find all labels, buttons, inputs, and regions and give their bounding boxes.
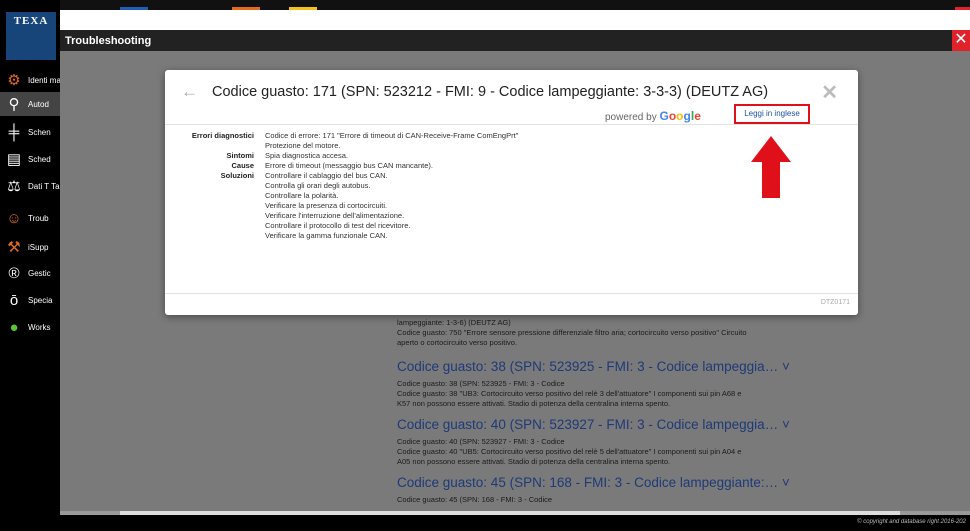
sidebar-item-8[interactable]: ® Gestic [0, 261, 60, 285]
detail-row: Cause Errore di timeout (messaggio bus CA… [165, 161, 858, 171]
identification-icon: ⚙ [7, 72, 21, 89]
sidebar-item-label: Gestic [28, 268, 51, 278]
detail-row: Soluzioni Controllare il cablaggio del bu… [165, 171, 858, 181]
data-icon: ⚖ [7, 178, 21, 195]
detail-row: Errori diagnostici Codice di errore: 171 … [165, 131, 858, 141]
detail-key [165, 141, 265, 151]
sidebar-item-label: iSupp [28, 242, 49, 252]
workshop-icon: ● [9, 318, 19, 336]
detail-row: Sintomi Spia diagnostica accesa. [165, 151, 858, 161]
detail-row: Controllare la polarità. [165, 191, 858, 201]
fault-text-38: Codice guasto: 38 (SPN: 523925 - FMI: 3 … [397, 379, 742, 408]
dialog-footer-divider [165, 293, 858, 294]
sidebar-item-1[interactable]: ⚙ Identi manu [0, 68, 60, 92]
sidebar: TEXA ⚙ Identi manu ⚲ Autod ╪ Schen ▤ Sched ⚖ Dati… [0, 0, 60, 531]
fault-detail-dialog: ← Codice guasto: 171 (SPN: 523212 - FMI:… [165, 70, 858, 315]
sidebar-item-label: Schen [28, 127, 51, 137]
fault-title-45[interactable]: Codice guasto: 45 (SPN: 168 - FMI: 3 - C… [397, 475, 790, 490]
detail-key [165, 211, 265, 221]
special-icon: ō [9, 291, 19, 309]
google-logo: Google [659, 109, 701, 123]
detail-key: Cause [231, 161, 254, 170]
sidebar-item-label: Dati T Taglia [28, 181, 60, 191]
support-icon: ⚒ [7, 239, 21, 256]
copyright-text: © copyright and database right 2016-202 [857, 519, 966, 525]
detail-value: Verificare la gamma funzionale CAN. [265, 231, 388, 240]
detail-row: Protezione del motore. [165, 141, 858, 151]
detail-value: Verificare l'interruzione dell'alimentaz… [265, 211, 405, 220]
dialog-divider [165, 124, 858, 125]
schematics-icon: ╪ [8, 123, 20, 141]
detail-value: Controllare la polarità. [265, 191, 339, 200]
sidebar-item-5[interactable]: ⚖ Dati T Taglia [0, 174, 60, 198]
detail-key [165, 231, 265, 241]
fault-code-id: DTZ0171 [820, 299, 850, 306]
dialog-close-icon[interactable]: ✕ [821, 80, 838, 105]
fault-text-45: Codice guasto: 45 (SPN: 168 - FMI: 3 - C… [397, 495, 553, 504]
sidebar-item-10[interactable]: ● Works [0, 315, 60, 339]
sidebar-item-6[interactable]: ☺ Troub [0, 206, 60, 230]
app-window: TEXA ⚙ Identi manu ⚲ Autod ╪ Schen ▤ Sched ⚖ Dati… [0, 0, 970, 531]
detail-row: Verificare l'interruzione dell'alimentaz… [165, 211, 858, 221]
sidebar-item-3[interactable]: ╪ Schen [0, 120, 60, 144]
detail-value: Protezione del motore. [265, 141, 341, 150]
detail-value: Errore di timeout (messaggio bus CAN man… [265, 161, 433, 170]
management-icon: ® [8, 264, 20, 282]
detail-value: Verificare la presenza di cortocircuiti. [265, 201, 388, 210]
fault-text-block: lampeggiante: 1-3-6) (DEUTZ AG) Codice g… [397, 318, 747, 347]
detail-key [165, 201, 265, 211]
detail-value: Controlla gli orari degli autobus. [265, 181, 371, 190]
sidebar-item-4[interactable]: ▤ Sched [0, 147, 60, 171]
sidebar-item-label: Specia [28, 295, 53, 305]
datasheet-icon: ▤ [6, 151, 22, 168]
troubleshooting-icon: ☺ [6, 209, 22, 227]
sidebar-item-7[interactable]: ⚒ iSupp [0, 235, 60, 259]
footer-scrollbar[interactable] [120, 511, 900, 515]
header-bar [60, 10, 970, 30]
detail-value: Codice di errore: 171 "Errore di timeout… [265, 131, 519, 140]
fault-details: Errori diagnostici Codice di errore: 171 … [165, 131, 858, 241]
detail-key [165, 181, 265, 191]
detail-key [165, 191, 265, 201]
texa-logo: TEXA [6, 12, 56, 60]
detail-key [165, 221, 265, 231]
read-in-english-button[interactable]: Leggi in inglese [734, 104, 810, 124]
sidebar-item-label: Works [28, 322, 51, 332]
fault-text-40: Codice guasto: 40 (SPN: 523927 - FMI: 3 … [397, 437, 742, 466]
close-window-button[interactable]: ✕ [952, 30, 970, 51]
detail-row: Controlla gli orari degli autobus. [165, 181, 858, 191]
back-arrow-icon[interactable]: ← [181, 82, 198, 102]
top-color-strip [60, 0, 970, 10]
sidebar-item-9[interactable]: ō Specia [0, 288, 60, 312]
sidebar-item-label: Troub [28, 213, 49, 223]
sidebar-item-label: Identi manu [28, 75, 60, 85]
powered-by-google: powered by Google [605, 109, 701, 123]
window-title: Troubleshooting [60, 30, 970, 51]
fault-title-40[interactable]: Codice guasto: 40 (SPN: 523927 - FMI: 3 … [397, 417, 790, 432]
dialog-title: Codice guasto: 171 (SPN: 523212 - FMI: 9… [212, 84, 769, 100]
detail-key: Sintomi [226, 151, 255, 160]
detail-value: Controllare il protocollo di test del ri… [265, 221, 411, 230]
detail-value: Controllare il cablaggio del bus CAN. [265, 171, 388, 180]
detail-key: Errori diagnostici [191, 131, 254, 140]
sidebar-item-label: Autod [28, 99, 49, 109]
detail-value: Spia diagnostica accesa. [265, 151, 348, 160]
detail-key: Soluzioni [220, 171, 254, 180]
sidebar-item-label: Sched [28, 154, 51, 164]
sidebar-item-2[interactable]: ⚲ Autod [0, 92, 60, 116]
fault-title-38[interactable]: Codice guasto: 38 (SPN: 523925 - FMI: 3 … [397, 359, 790, 374]
detail-row: Verificare la presenza di cortocircuiti. [165, 201, 858, 211]
detail-row: Controllare il protocollo di test del ri… [165, 221, 858, 231]
detail-row: Verificare la gamma funzionale CAN. [165, 231, 858, 241]
vehicle-icon: ⚲ [8, 96, 20, 113]
